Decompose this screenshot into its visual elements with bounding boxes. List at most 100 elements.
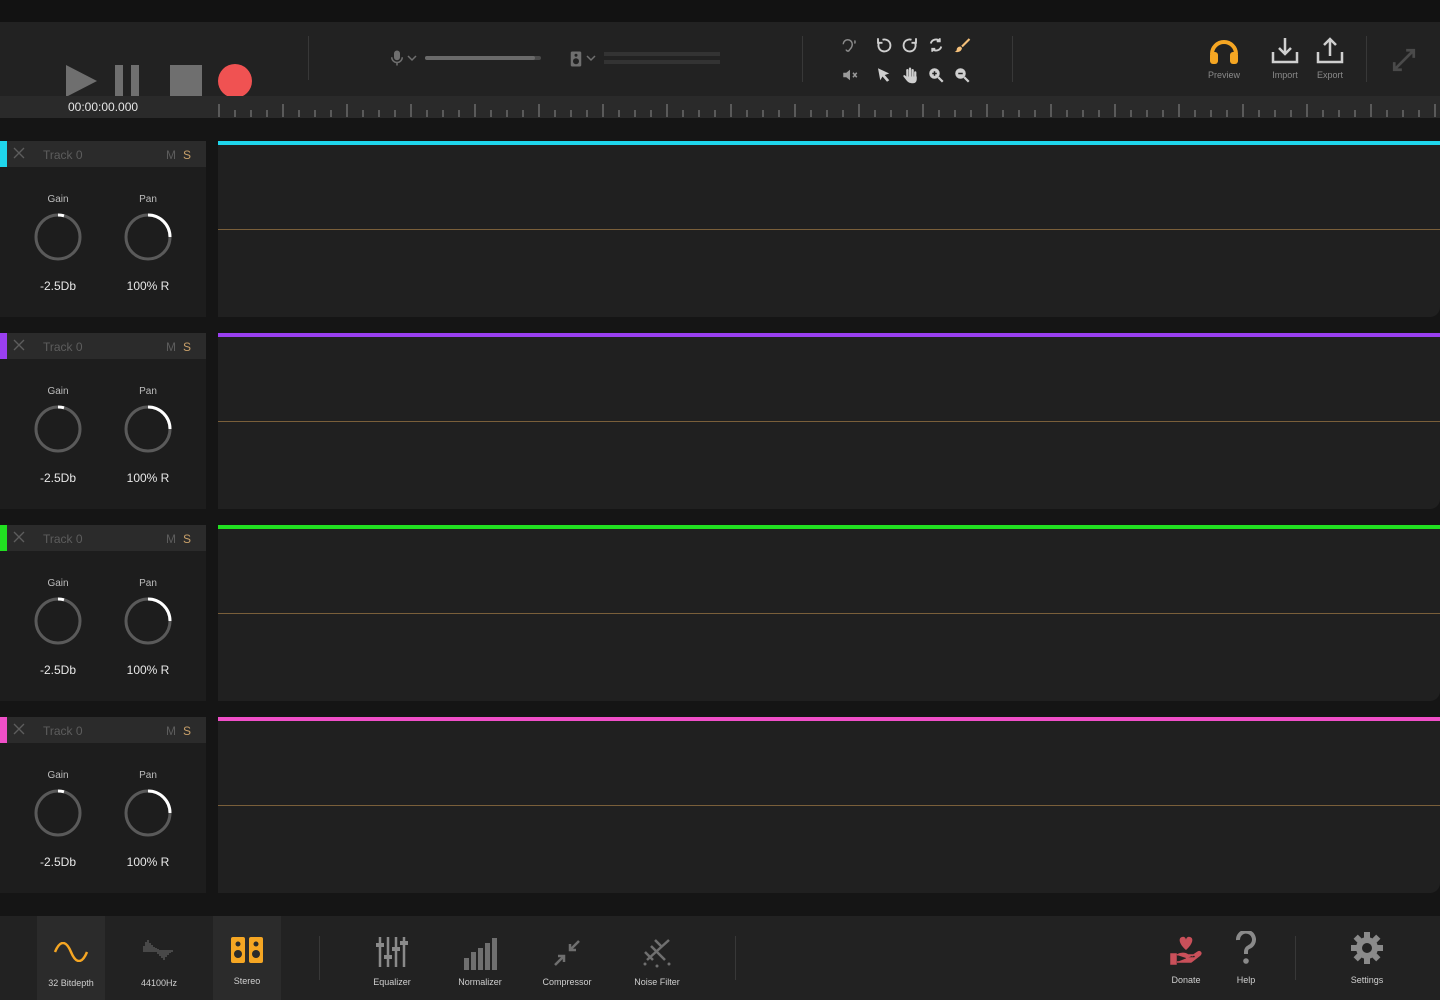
close-icon[interactable] bbox=[13, 339, 25, 351]
zoom-in-icon[interactable] bbox=[925, 64, 947, 86]
import-button[interactable]: Import bbox=[1260, 36, 1310, 80]
timeline-ruler[interactable]: 00:00:00.000 bbox=[0, 96, 1440, 118]
output-level-meter-left bbox=[604, 52, 720, 56]
gain-knob[interactable] bbox=[32, 403, 84, 455]
microphone-icon[interactable] bbox=[386, 47, 408, 69]
track-color-tab[interactable] bbox=[0, 141, 7, 167]
donate-button[interactable]: Donate bbox=[1160, 916, 1212, 1000]
track-lane[interactable] bbox=[218, 717, 1440, 893]
settings-button[interactable]: Settings bbox=[1340, 916, 1394, 1000]
gain-label: Gain bbox=[47, 578, 69, 589]
mute-button[interactable]: M bbox=[166, 532, 176, 546]
track-row: Track 0 M S Gain -2.5Db Pan 100% R bbox=[0, 525, 1440, 701]
track-name[interactable]: Track 0 bbox=[43, 724, 83, 738]
settings-label: Settings bbox=[1350, 975, 1384, 985]
gain-value: -2.5Db bbox=[39, 279, 77, 293]
donate-label: Donate bbox=[1171, 975, 1201, 985]
export-button[interactable]: Export bbox=[1305, 36, 1355, 80]
gain-knob[interactable] bbox=[32, 595, 84, 647]
brush-icon[interactable] bbox=[951, 34, 973, 56]
track-lane[interactable] bbox=[218, 525, 1440, 701]
pan-value: 100% R bbox=[126, 279, 170, 293]
headphones-icon bbox=[1210, 40, 1238, 64]
mute-button[interactable]: M bbox=[166, 148, 176, 162]
export-label: Export bbox=[1316, 70, 1343, 80]
mic-volume-slider[interactable] bbox=[425, 56, 541, 60]
chevron-down-icon[interactable] bbox=[407, 53, 417, 63]
loop-icon[interactable] bbox=[925, 34, 947, 56]
waveform-icon bbox=[143, 940, 173, 960]
pan-value: 100% R bbox=[126, 855, 170, 869]
normalizer-label: Normalizer bbox=[458, 977, 502, 987]
track-lane-color-bar bbox=[218, 333, 1440, 337]
select-cursor-icon[interactable] bbox=[873, 64, 895, 86]
close-icon[interactable] bbox=[13, 531, 25, 543]
divider bbox=[308, 36, 309, 80]
mute-button[interactable]: M bbox=[166, 724, 176, 738]
track-control-panel: Track 0 M S Gain -2.5Db Pan 100% R bbox=[0, 717, 206, 893]
divider bbox=[802, 36, 803, 82]
track-lane-color-bar bbox=[218, 525, 1440, 529]
listen-icon[interactable] bbox=[839, 34, 861, 56]
track-color-tab[interactable] bbox=[0, 717, 7, 743]
track-name[interactable]: Track 0 bbox=[43, 532, 83, 546]
output-level-meter-right bbox=[604, 60, 720, 64]
mute-all-icon[interactable] bbox=[839, 64, 861, 86]
stereo-button[interactable]: Stereo bbox=[213, 916, 281, 1000]
compressor-button[interactable]: Compressor bbox=[537, 916, 597, 1000]
solo-button[interactable]: S bbox=[183, 148, 191, 162]
track-lane-color-bar bbox=[218, 141, 1440, 145]
noise-filter-button[interactable]: Noise Filter bbox=[626, 916, 688, 1000]
bitdepth-label: 32 Bitdepth bbox=[48, 978, 94, 988]
question-mark-icon bbox=[1236, 931, 1256, 964]
track-lane-color-bar bbox=[218, 717, 1440, 721]
help-label: Help bbox=[1236, 975, 1256, 985]
samplerate-button[interactable]: 44100Hz bbox=[126, 916, 192, 1000]
pan-knob[interactable] bbox=[122, 595, 174, 647]
bitdepth-button[interactable]: 32 Bitdepth bbox=[37, 916, 105, 1000]
solo-button[interactable]: S bbox=[183, 340, 191, 354]
redo-icon[interactable] bbox=[899, 34, 921, 56]
expand-icon[interactable] bbox=[1390, 46, 1418, 74]
chevron-down-icon[interactable] bbox=[586, 53, 596, 63]
track-name[interactable]: Track 0 bbox=[43, 148, 83, 162]
divider bbox=[735, 936, 736, 980]
speaker-icon[interactable] bbox=[565, 48, 587, 70]
import-icon bbox=[1271, 38, 1299, 64]
zoom-out-icon[interactable] bbox=[951, 64, 973, 86]
track-lane[interactable] bbox=[218, 333, 1440, 509]
close-icon[interactable] bbox=[13, 147, 25, 159]
record-button[interactable] bbox=[218, 64, 252, 98]
track-color-tab[interactable] bbox=[0, 525, 7, 551]
gain-value: -2.5Db bbox=[39, 663, 77, 677]
stereo-speakers-icon bbox=[231, 937, 263, 963]
track-name[interactable]: Track 0 bbox=[43, 340, 83, 354]
stop-button[interactable] bbox=[170, 65, 202, 97]
gain-knob[interactable] bbox=[32, 211, 84, 263]
solo-button[interactable]: S bbox=[183, 724, 191, 738]
close-icon[interactable] bbox=[13, 723, 25, 735]
noise-filter-label: Noise Filter bbox=[634, 977, 680, 987]
mute-button[interactable]: M bbox=[166, 340, 176, 354]
play-button[interactable] bbox=[66, 65, 97, 97]
track-lane[interactable] bbox=[218, 141, 1440, 317]
undo-icon[interactable] bbox=[873, 34, 895, 56]
pan-knob[interactable] bbox=[122, 211, 174, 263]
pan-knob[interactable] bbox=[122, 403, 174, 455]
donate-hand-heart-icon bbox=[1170, 936, 1202, 965]
equalizer-button[interactable]: Equalizer bbox=[362, 916, 422, 1000]
track-header: Track 0 M S bbox=[0, 525, 206, 551]
hand-icon[interactable] bbox=[899, 64, 921, 86]
gain-knob[interactable] bbox=[32, 787, 84, 839]
preview-button[interactable]: Preview bbox=[1199, 36, 1249, 80]
pan-knob[interactable] bbox=[122, 787, 174, 839]
pause-button[interactable] bbox=[115, 65, 139, 97]
solo-button[interactable]: S bbox=[183, 532, 191, 546]
track-color-tab[interactable] bbox=[0, 333, 7, 359]
sine-wave-icon bbox=[53, 942, 89, 962]
preview-label: Preview bbox=[1207, 70, 1240, 80]
help-button[interactable]: Help bbox=[1226, 916, 1266, 1000]
normalizer-button[interactable]: Normalizer bbox=[450, 916, 510, 1000]
window-top-strip bbox=[0, 0, 1440, 22]
track-header: Track 0 M S bbox=[0, 333, 206, 359]
